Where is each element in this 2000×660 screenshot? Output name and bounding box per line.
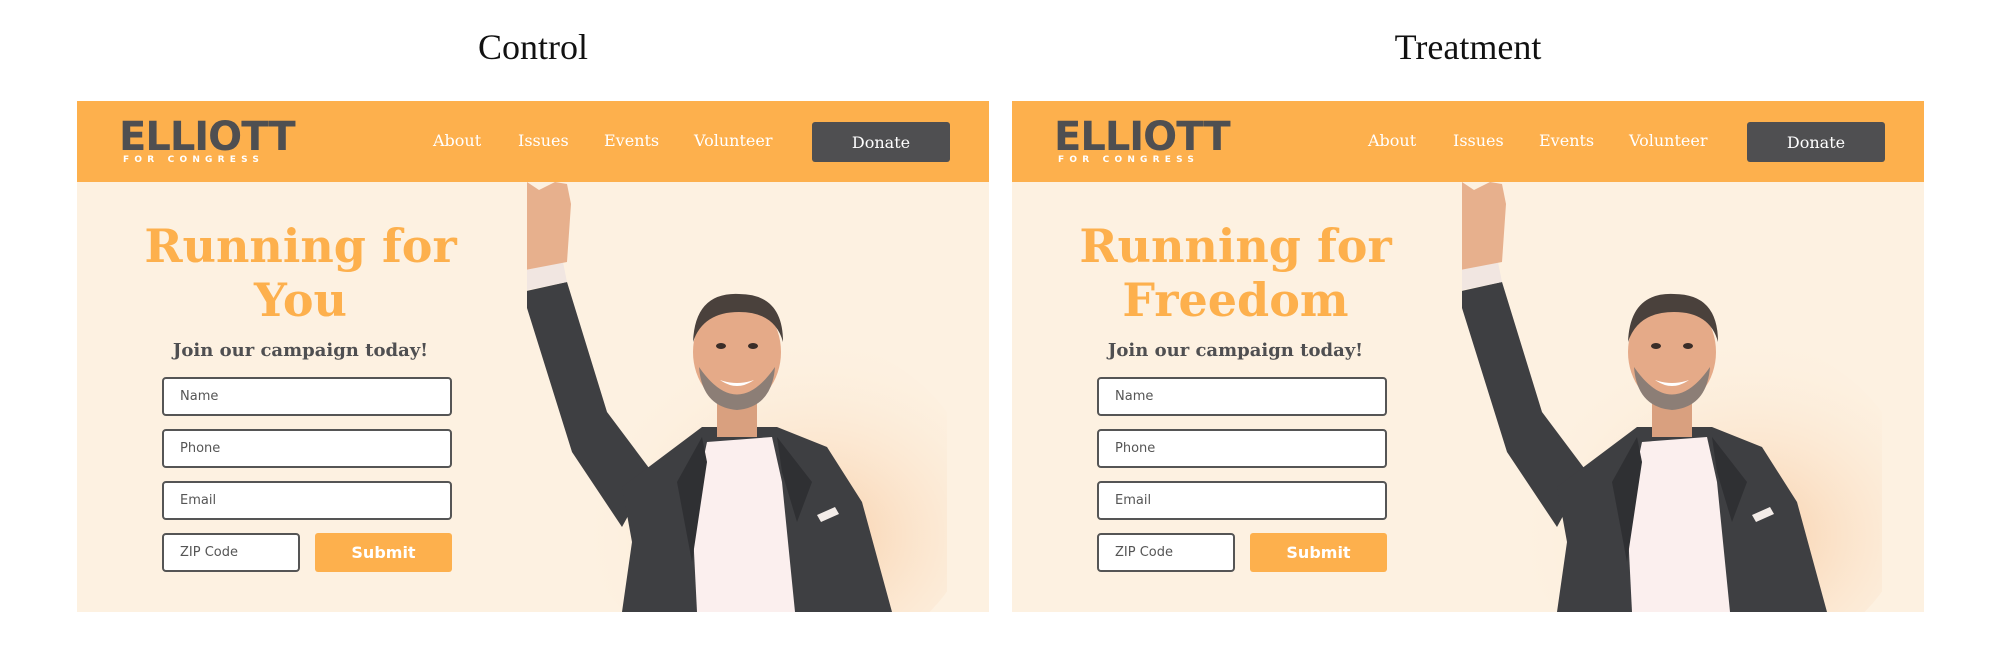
nav-volunteer[interactable]: Volunteer	[1629, 131, 1707, 150]
logo-wordmark: ELLIOTT	[119, 114, 296, 160]
zip-field[interactable]	[162, 533, 300, 572]
donate-button[interactable]: Donate	[1747, 122, 1885, 162]
phone-field[interactable]	[1097, 429, 1387, 468]
hero-headline: Running for You	[137, 219, 464, 327]
headline-line-2: You	[254, 273, 347, 327]
headline-line-1: Running for	[144, 219, 457, 273]
email-field[interactable]	[162, 481, 452, 520]
navbar: ELLIOTT FOR CONGRESS About Issues Events…	[1012, 101, 1924, 182]
submit-button[interactable]: Submit	[315, 533, 452, 572]
nav-about[interactable]: About	[433, 131, 481, 150]
control-panel: ELLIOTT FOR CONGRESS About Issues Events…	[77, 101, 989, 612]
phone-field[interactable]	[162, 429, 452, 468]
email-field[interactable]	[1097, 481, 1387, 520]
nav-volunteer[interactable]: Volunteer	[694, 131, 772, 150]
zip-field[interactable]	[1097, 533, 1235, 572]
treatment-title: Treatment	[1394, 27, 1542, 67]
submit-button[interactable]: Submit	[1250, 533, 1387, 572]
hero-subheading: Join our campaign today!	[1107, 340, 1364, 361]
navbar: ELLIOTT FOR CONGRESS About Issues Events…	[77, 101, 989, 182]
control-title: Control	[477, 27, 588, 67]
nav-issues[interactable]: Issues	[518, 131, 569, 150]
nav-events[interactable]: Events	[1539, 131, 1594, 150]
nav-about[interactable]: About	[1368, 131, 1416, 150]
logo-tagline: FOR CONGRESS	[1058, 155, 1200, 165]
name-field[interactable]	[1097, 377, 1387, 416]
campaign-logo[interactable]: ELLIOTT FOR CONGRESS	[1054, 115, 1231, 167]
candidate-photo	[1462, 182, 1882, 612]
headline-line-1: Running for	[1079, 219, 1392, 273]
hero-subheading: Join our campaign today!	[172, 340, 429, 361]
campaign-logo[interactable]: ELLIOTT FOR CONGRESS	[119, 115, 296, 167]
name-field[interactable]	[162, 377, 452, 416]
logo-wordmark: ELLIOTT	[1054, 114, 1231, 160]
logo-tagline: FOR CONGRESS	[123, 155, 265, 165]
donate-button[interactable]: Donate	[812, 122, 950, 162]
headline-line-2: Freedom	[1122, 273, 1349, 327]
nav-issues[interactable]: Issues	[1453, 131, 1504, 150]
nav-events[interactable]: Events	[604, 131, 659, 150]
treatment-panel: ELLIOTT FOR CONGRESS About Issues Events…	[1012, 101, 1924, 612]
candidate-photo	[527, 182, 947, 612]
hero-headline: Running for Freedom	[1072, 219, 1399, 327]
